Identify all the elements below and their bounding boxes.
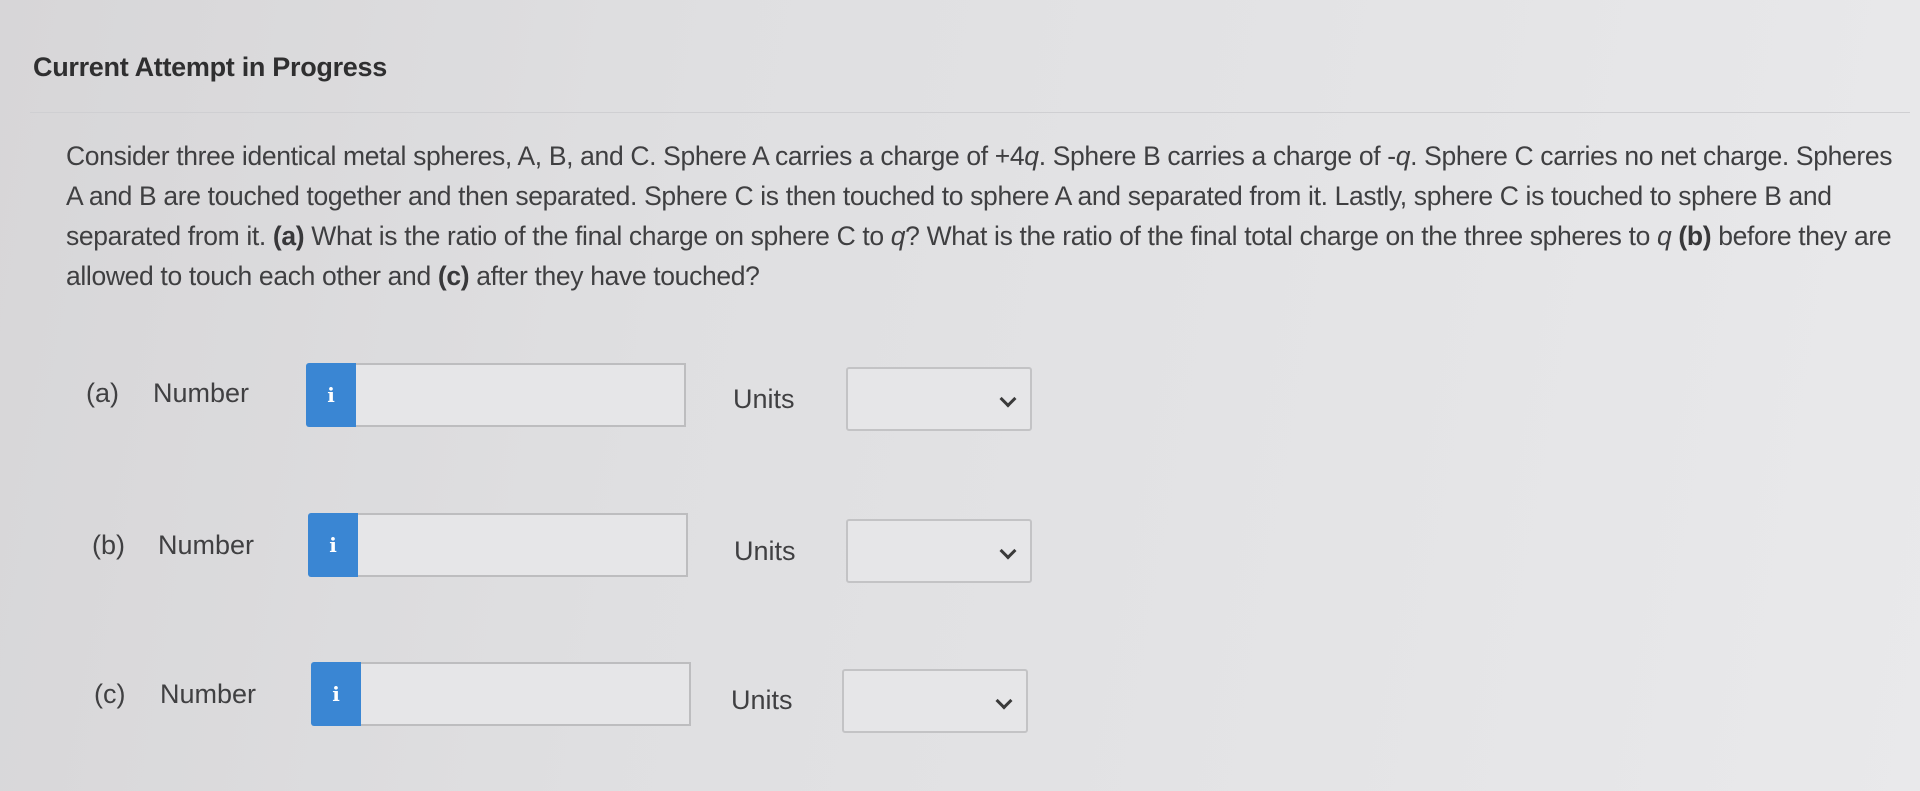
number-label: Number <box>160 679 257 709</box>
answer-row-b: (b) Number i Units <box>0 512 1100 583</box>
header-divider <box>30 112 1910 113</box>
question-part-marker: (b) <box>1678 221 1712 251</box>
units-select-b[interactable] <box>846 519 1032 583</box>
question-page: Current Attempt in Progress Consider thr… <box>0 0 1920 791</box>
units-select-a[interactable] <box>846 367 1032 431</box>
info-icon[interactable]: i <box>311 662 361 726</box>
part-label: (b) <box>92 530 125 560</box>
attempt-heading: Current Attempt in Progress <box>33 52 387 82</box>
question-part-marker: (c) <box>437 261 470 291</box>
number-input-group: i <box>306 363 690 427</box>
number-input-a[interactable] <box>356 363 686 427</box>
question-text-segment: Consider three identical metal spheres, … <box>66 141 1025 171</box>
units-label: Units <box>734 536 796 566</box>
number-input-c[interactable] <box>361 662 691 726</box>
chevron-down-icon <box>995 692 1013 710</box>
number-input-group: i <box>311 662 695 726</box>
info-icon[interactable]: i <box>308 513 358 577</box>
chevron-down-icon <box>999 542 1017 560</box>
question-text: Consider three identical metal spheres, … <box>66 136 1906 296</box>
variable-q: q <box>1024 141 1039 171</box>
question-text-segment: ? What is the ratio of the final total c… <box>905 221 1657 251</box>
units-label: Units <box>733 384 795 414</box>
question-text-segment: after they have touched? <box>469 261 760 291</box>
part-label: (c) <box>94 679 126 709</box>
answer-row-a: (a) Number i Units <box>0 362 1100 432</box>
chevron-down-icon <box>999 390 1017 408</box>
units-select-c[interactable] <box>842 669 1028 733</box>
number-input-group: i <box>308 513 692 577</box>
number-label: Number <box>158 530 255 560</box>
variable-q: q <box>890 221 906 251</box>
variable-q: q <box>1395 141 1411 171</box>
variable-q: q <box>1657 221 1672 251</box>
number-label: Number <box>153 378 250 408</box>
units-label: Units <box>731 685 793 715</box>
question-part-marker: (a) <box>272 221 305 251</box>
part-label: (a) <box>86 378 119 408</box>
number-input-b[interactable] <box>358 513 688 577</box>
info-icon[interactable]: i <box>306 363 356 427</box>
answer-row-c: (c) Number i Units <box>0 661 1100 733</box>
question-text-segment: What is the ratio of the final charge on… <box>304 221 891 251</box>
question-text-segment: . Sphere B carries a charge of - <box>1038 141 1396 171</box>
